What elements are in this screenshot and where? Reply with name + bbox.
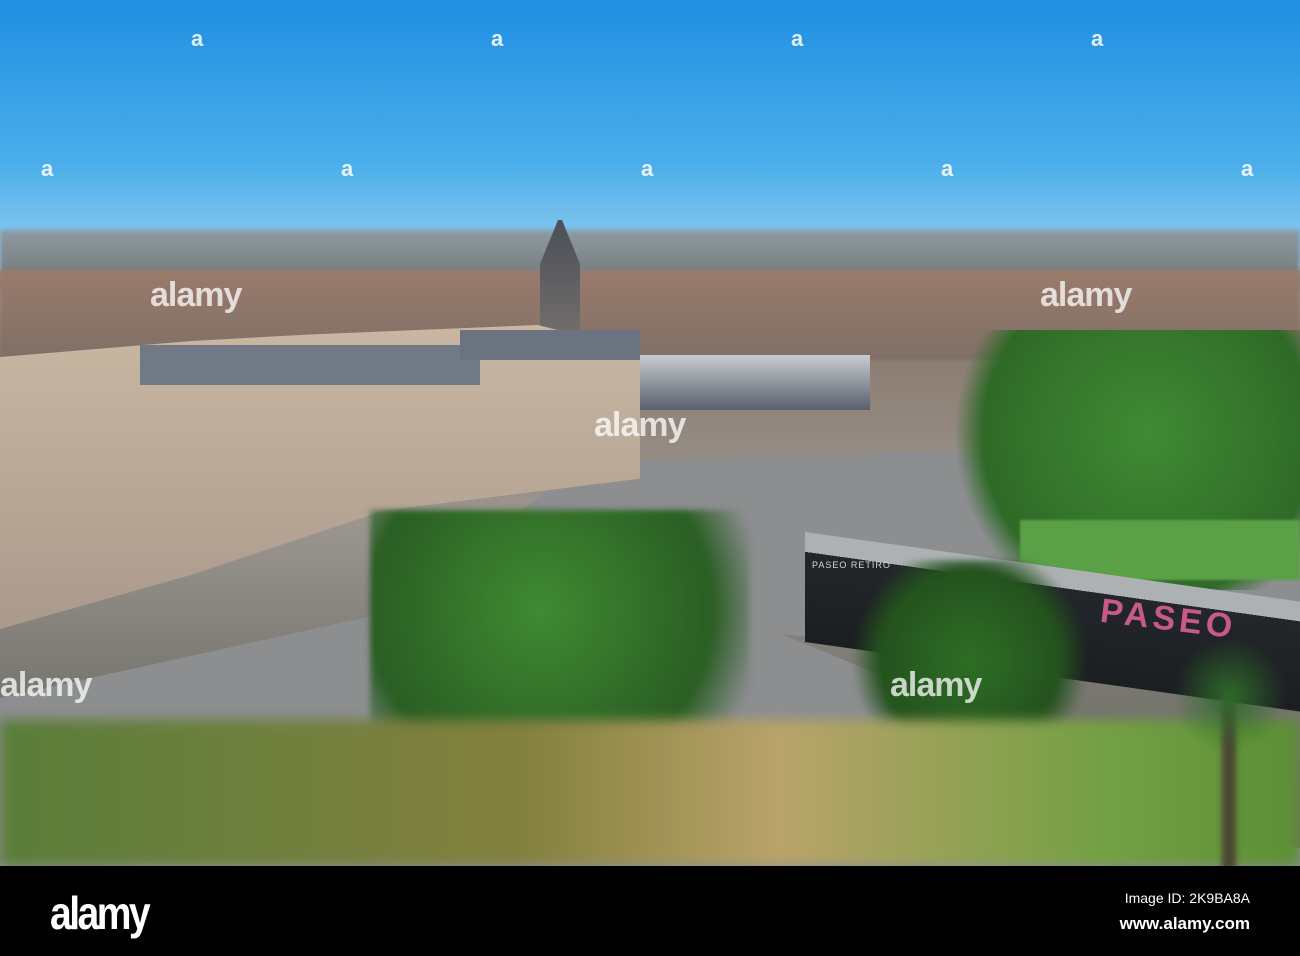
- watermark-text: alamy: [0, 666, 92, 704]
- image-id: Image ID: 2K9BA8A: [1124, 890, 1250, 906]
- watermark-glyph: a: [641, 156, 654, 181]
- watermark-glyph: a: [341, 156, 354, 181]
- city-photo: PASEO RETIRO PASEO a a a a a a a a a ala…: [0, 0, 1300, 866]
- mansard-roof: [140, 345, 480, 385]
- footer-bar: alamy Image ID: 2K9BA8A www.alamy.com: [0, 866, 1300, 956]
- palm-tree: [1170, 640, 1290, 750]
- watermark-glyph: a: [1091, 26, 1104, 51]
- watermark-text: alamy: [890, 666, 982, 704]
- watermark-glyph: a: [1241, 156, 1254, 181]
- watermark-text: alamy: [594, 406, 686, 444]
- bus-terminal-shed: [640, 355, 870, 410]
- watermark-glyph: a: [491, 26, 504, 51]
- watermark-glyph: a: [41, 156, 54, 181]
- watermark-glyph: a: [941, 156, 954, 181]
- watermark-text: alamy: [150, 276, 242, 314]
- site-url: www.alamy.com: [1119, 914, 1250, 933]
- alamy-logo: alamy: [50, 887, 151, 939]
- watermark-glyph: a: [191, 26, 204, 51]
- watermark-text: alamy: [1040, 276, 1132, 314]
- mansard-roof: [460, 330, 640, 360]
- watermark-glyph: a: [791, 26, 804, 51]
- blurred-foreground: [0, 720, 1300, 866]
